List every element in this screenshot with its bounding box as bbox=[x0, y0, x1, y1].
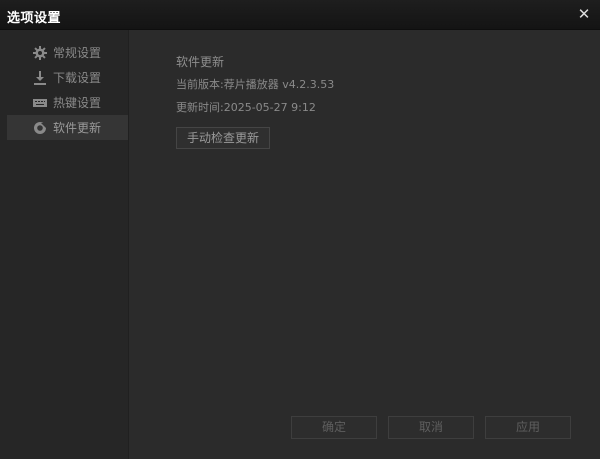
sidebar-item-label: 热键设置 bbox=[53, 96, 102, 110]
sidebar-item-general[interactable]: 常规设置 bbox=[7, 40, 128, 65]
refresh-icon bbox=[32, 120, 48, 136]
sidebar: 常规设置 下载设置 热键设置 软件更新 bbox=[0, 30, 129, 459]
close-icon[interactable]: ✕ bbox=[576, 6, 592, 22]
sidebar-item-label: 下载设置 bbox=[53, 71, 102, 85]
check-update-button[interactable]: 手动检查更新 bbox=[176, 127, 270, 149]
sidebar-item-download[interactable]: 下载设置 bbox=[7, 65, 128, 90]
update-panel: 软件更新 当前版本:荐片播放器 v4.2.3.53 更新时间:2025-05-2… bbox=[129, 30, 600, 459]
title-bar[interactable]: 选项设置 ✕ bbox=[0, 0, 600, 30]
download-icon bbox=[32, 70, 48, 86]
sidebar-item-update[interactable]: 软件更新 bbox=[7, 115, 128, 140]
current-version: 当前版本:荐片播放器 v4.2.3.53 bbox=[176, 78, 335, 91]
window-title: 选项设置 bbox=[7, 11, 62, 26]
apply-button[interactable]: 应用 bbox=[485, 416, 571, 439]
sidebar-item-label: 常规设置 bbox=[53, 46, 102, 60]
sidebar-item-hotkeys[interactable]: 热键设置 bbox=[7, 90, 128, 115]
sidebar-item-label: 软件更新 bbox=[53, 121, 102, 135]
gear-icon bbox=[32, 45, 48, 61]
cancel-button[interactable]: 取消 bbox=[388, 416, 474, 439]
section-title: 软件更新 bbox=[176, 55, 225, 69]
keyboard-icon bbox=[32, 95, 48, 111]
update-time: 更新时间:2025-05-27 9:12 bbox=[176, 101, 316, 114]
options-dialog: 选项设置 ✕ 常规设置 下载设置 热键设置 软件更新 软件更新 当前版本:荐片播… bbox=[0, 0, 600, 459]
ok-button[interactable]: 确定 bbox=[291, 416, 377, 439]
